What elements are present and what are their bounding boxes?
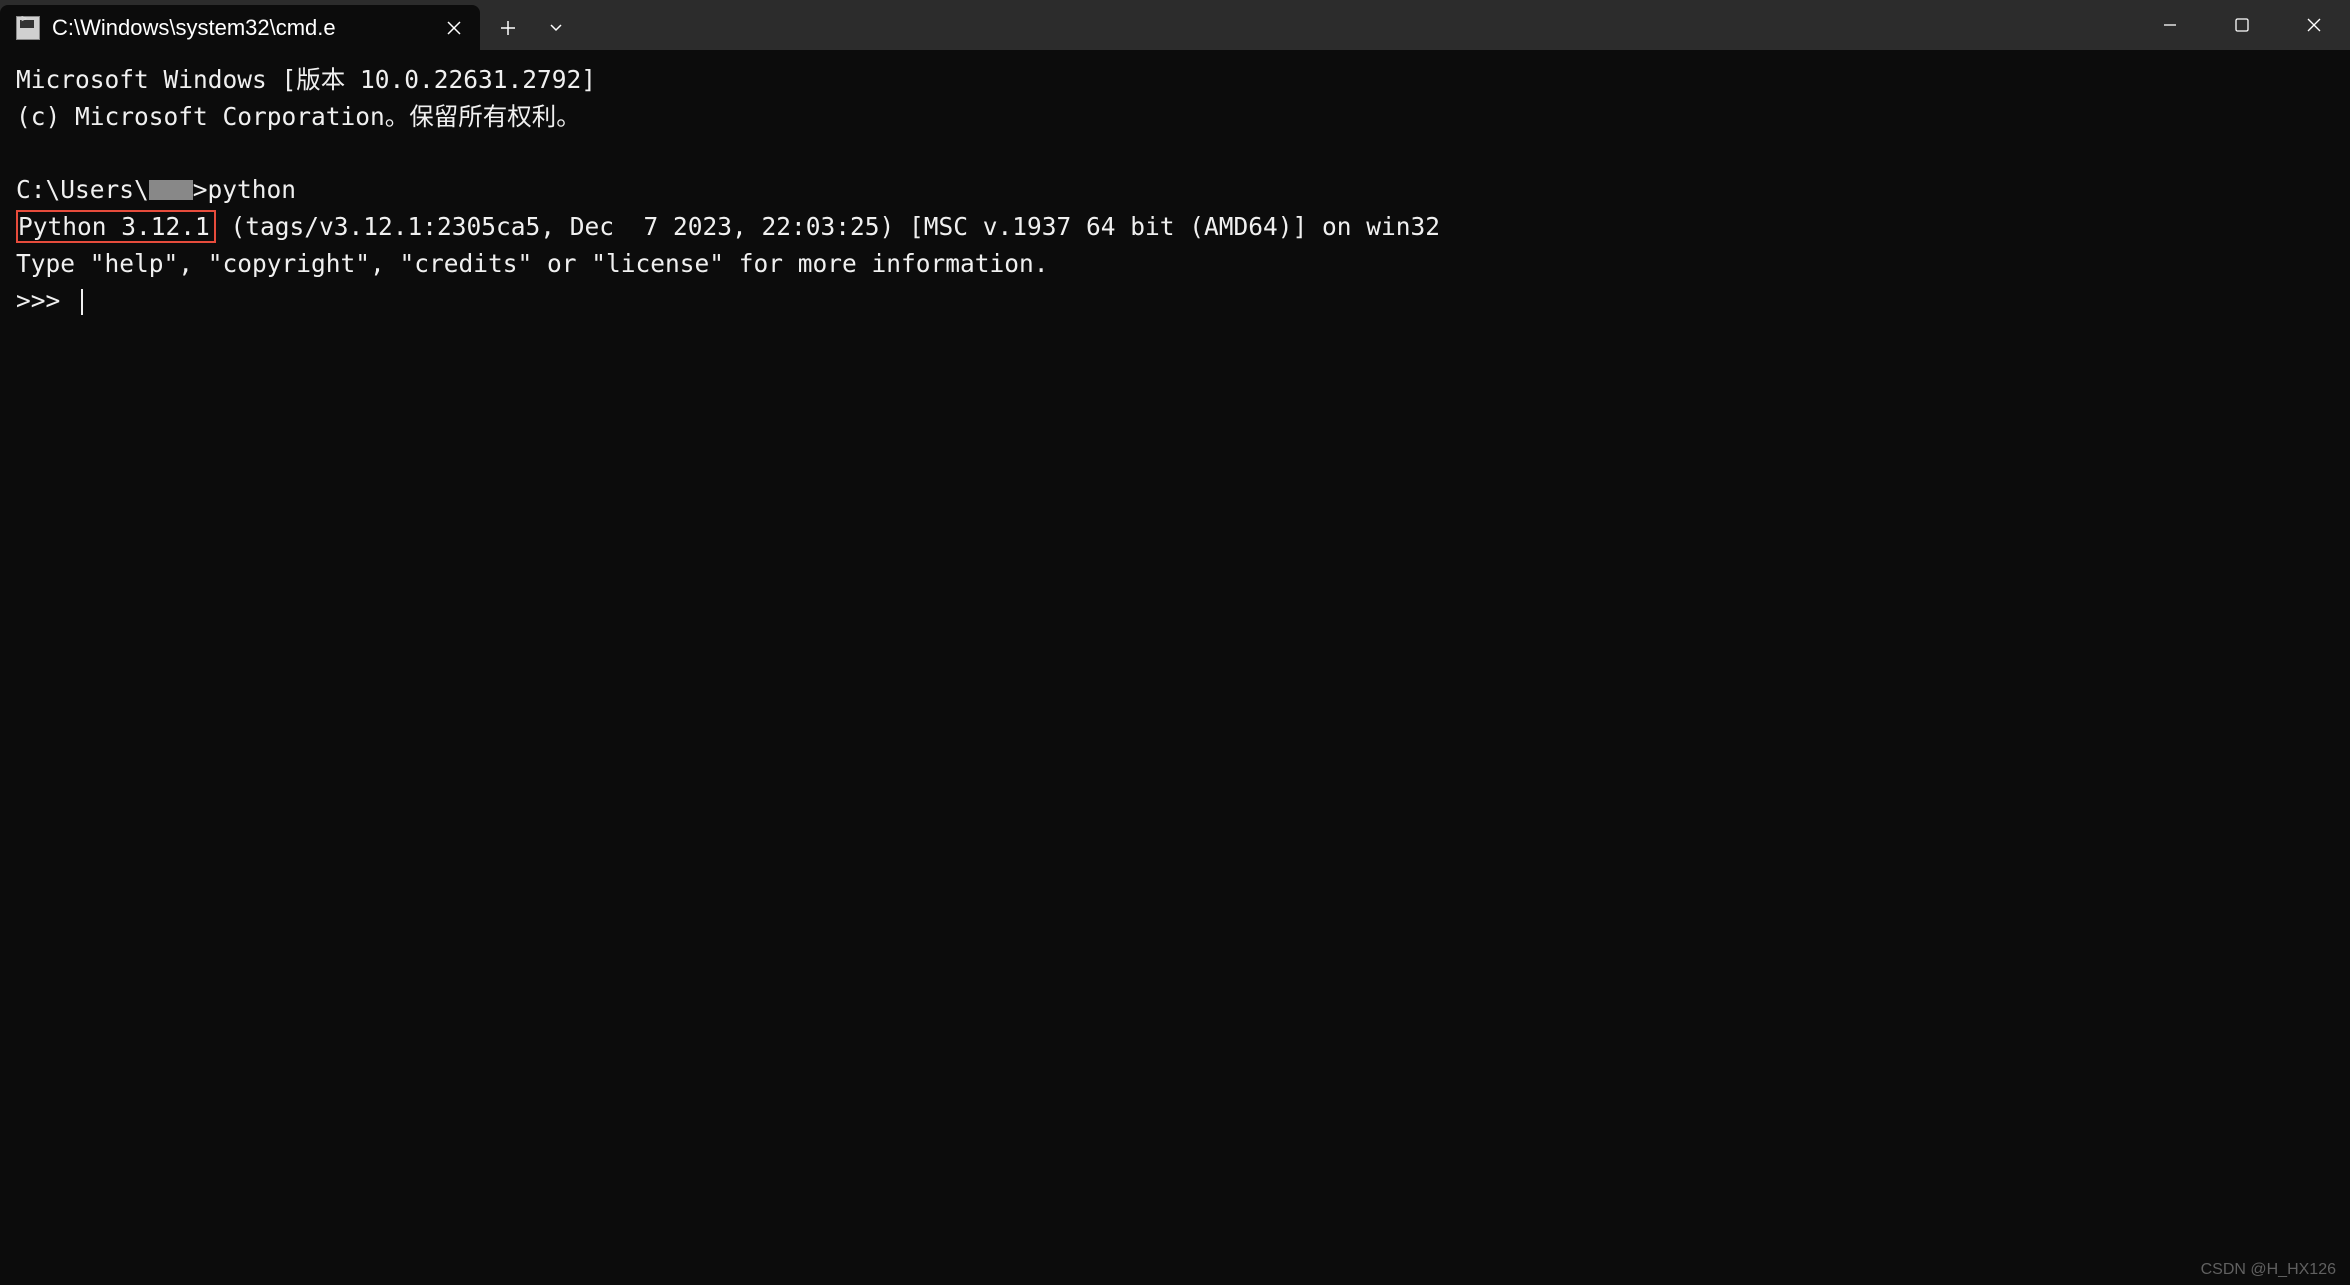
prompt-prefix: C:\Users\	[16, 175, 149, 204]
new-tab-button[interactable]	[484, 8, 532, 48]
repl-prompt-line: >>>	[16, 286, 83, 315]
tab-close-button[interactable]	[440, 14, 468, 42]
redacted-username	[149, 180, 193, 200]
plus-icon	[500, 20, 516, 36]
titlebar-tab-controls	[484, 0, 580, 50]
maximize-button[interactable]	[2206, 0, 2278, 50]
maximize-icon	[2235, 18, 2249, 32]
minimize-icon	[2162, 17, 2178, 33]
watermark: CSDN @H_HX126	[2201, 1261, 2336, 1279]
python-version-details: (tags/v3.12.1:2305ca5, Dec 7 2023, 22:03…	[216, 212, 1440, 241]
active-tab[interactable]: C:\Windows\system32\cmd.e	[0, 5, 480, 50]
python-help-line: Type "help", "copyright", "credits" or "…	[16, 249, 1049, 278]
close-icon	[2306, 17, 2322, 33]
tab-title: C:\Windows\system32\cmd.e	[52, 15, 428, 41]
cmd-prompt-line: C:\Users\ >python	[16, 175, 296, 204]
window-controls	[2134, 0, 2350, 50]
copyright-line: (c) Microsoft Corporation。保留所有权利。	[16, 102, 581, 131]
chevron-down-icon	[549, 23, 563, 33]
cmd-icon	[16, 16, 40, 40]
python-version-highlight: Python 3.12.1	[16, 210, 216, 243]
titlebar-drag-area[interactable]	[580, 0, 2134, 50]
python-version-line: Python 3.12.1 (tags/v3.12.1:2305ca5, Dec…	[16, 212, 1440, 241]
os-version-line: Microsoft Windows [版本 10.0.22631.2792]	[16, 65, 596, 94]
repl-prompt: >>>	[16, 286, 75, 315]
tab-dropdown-button[interactable]	[532, 8, 580, 48]
terminal-output[interactable]: Microsoft Windows [版本 10.0.22631.2792] (…	[0, 50, 2350, 331]
prompt-command: >python	[193, 175, 296, 204]
close-icon	[447, 21, 461, 35]
window-close-button[interactable]	[2278, 0, 2350, 50]
titlebar: C:\Windows\system32\cmd.e	[0, 0, 2350, 50]
text-cursor	[81, 289, 83, 315]
minimize-button[interactable]	[2134, 0, 2206, 50]
